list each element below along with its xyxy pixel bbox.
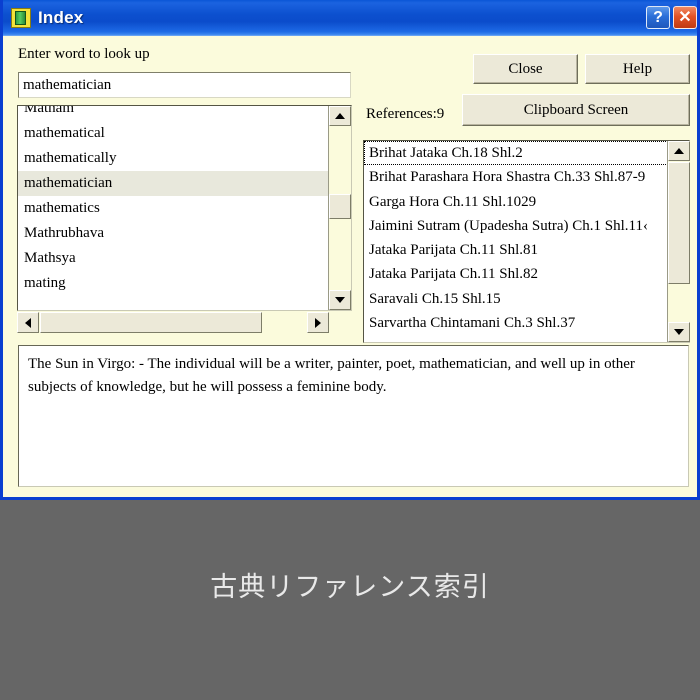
search-input[interactable] bbox=[18, 72, 351, 98]
list-item[interactable]: Mathsya bbox=[18, 246, 329, 271]
word-list-vertical-scrollbar[interactable] bbox=[328, 106, 351, 310]
references-list[interactable]: Brihat Jataka Ch.18 Shl.2 Brihat Parasha… bbox=[363, 140, 690, 343]
triangle-right-icon[interactable] bbox=[307, 312, 329, 333]
list-item[interactable]: Brihat Parashara Hora Shastra Ch.33 Shl.… bbox=[364, 165, 668, 189]
list-item[interactable]: mathematically bbox=[18, 146, 329, 171]
list-item[interactable]: mating bbox=[18, 271, 329, 296]
list-item-selected[interactable]: mathematician bbox=[18, 171, 329, 196]
triangle-down-icon[interactable] bbox=[668, 322, 690, 342]
list-item[interactable]: Sarvartha Chintamani Ch.3 Shl.37 bbox=[364, 311, 668, 335]
references-count-label: References:9 bbox=[366, 106, 445, 122]
list-item[interactable]: mathematical bbox=[18, 121, 329, 146]
dialog-client-area: Enter word to look up Matham mathematica… bbox=[3, 36, 697, 497]
list-item[interactable]: Jataka Parijata Ch.11 Shl.81 bbox=[364, 238, 668, 262]
word-list[interactable]: Matham mathematical mathematically mathe… bbox=[17, 105, 352, 311]
list-item[interactable]: Jaimini Sutram (Upadesha Sutra) Ch.1 Shl… bbox=[364, 214, 668, 238]
references-list-vertical-scrollbar[interactable] bbox=[667, 141, 690, 342]
word-list-horizontal-scrollbar[interactable] bbox=[17, 312, 352, 334]
description-text-area[interactable]: The Sun in Virgo: - The individual will … bbox=[18, 345, 689, 487]
triangle-up-glyph bbox=[674, 148, 684, 154]
window-controls: ? ✕ bbox=[646, 6, 697, 29]
scrollbar-thumb[interactable] bbox=[329, 194, 351, 219]
enter-word-label: Enter word to look up bbox=[18, 46, 150, 62]
list-item[interactable]: Matham bbox=[18, 106, 329, 121]
triangle-left-glyph bbox=[25, 317, 31, 328]
list-item[interactable]: Jataka Parijata Ch.11 Shl.82 bbox=[364, 262, 668, 286]
scrollbar-thumb[interactable] bbox=[668, 162, 690, 284]
list-item-focused[interactable]: Brihat Jataka Ch.18 Shl.2 bbox=[364, 141, 668, 166]
list-item[interactable]: Mathrubhava bbox=[18, 221, 329, 246]
triangle-right-glyph bbox=[315, 317, 321, 328]
word-list-items: Matham mathematical mathematically mathe… bbox=[18, 106, 329, 296]
close-titlebar-button[interactable]: ✕ bbox=[673, 6, 697, 29]
image-caption: 古典リファレンス索引 bbox=[210, 572, 490, 603]
triangle-down-glyph bbox=[335, 297, 345, 303]
window-titlebar: Index ? ✕ bbox=[3, 0, 697, 36]
triangle-down-glyph bbox=[674, 329, 684, 335]
triangle-up-icon[interactable] bbox=[668, 141, 690, 161]
list-item[interactable]: Garga Hora Ch.11 Shl.1029 bbox=[364, 190, 668, 214]
list-item[interactable]: Saravali Ch.15 Shl.15 bbox=[364, 287, 668, 311]
triangle-up-glyph bbox=[335, 113, 345, 119]
triangle-up-icon[interactable] bbox=[329, 106, 351, 126]
help-titlebar-button[interactable]: ? bbox=[646, 6, 670, 29]
triangle-left-icon[interactable] bbox=[17, 312, 39, 333]
book-icon bbox=[11, 8, 31, 28]
window-title: Index bbox=[38, 8, 84, 27]
scrollbar-thumb-horizontal[interactable] bbox=[40, 312, 262, 333]
close-button[interactable]: Close bbox=[473, 54, 578, 84]
help-button[interactable]: Help bbox=[585, 54, 690, 84]
list-item[interactable]: mathematics bbox=[18, 196, 329, 221]
references-list-items: Brihat Jataka Ch.18 Shl.2 Brihat Parasha… bbox=[364, 141, 668, 335]
index-dialog-window: Index ? ✕ Enter word to look up Matham m… bbox=[0, 0, 700, 500]
triangle-down-icon[interactable] bbox=[329, 290, 351, 310]
clipboard-screen-button[interactable]: Clipboard Screen bbox=[462, 94, 690, 126]
